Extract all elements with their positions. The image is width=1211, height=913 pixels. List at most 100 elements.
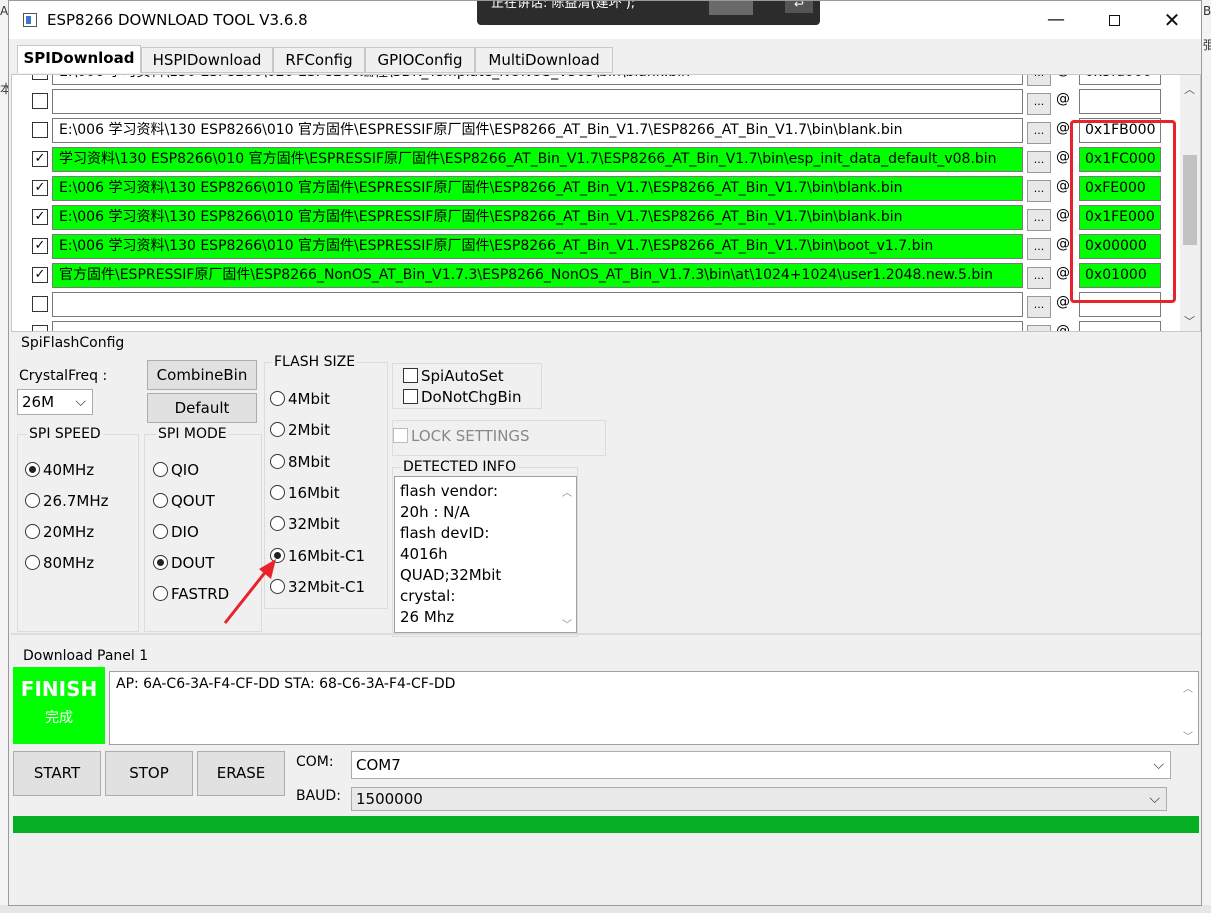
tab-gpioconfig[interactable]: GPIOConfig: [365, 47, 475, 73]
start-button[interactable]: START: [13, 751, 101, 796]
browse-button[interactable]: ...: [1027, 151, 1051, 173]
file-path-input[interactable]: E:\006 学习资料\130 ESP8266\010 官方固件\ESPRESS…: [52, 205, 1023, 230]
spi-mode-title: SPI MODE: [156, 426, 229, 442]
file-row-checkbox[interactable]: [32, 325, 48, 331]
spi-mode-radio[interactable]: FASTRD: [153, 585, 229, 603]
spi-speed-radio-label: 40MHz: [43, 461, 95, 479]
file-row-checkbox[interactable]: ✓: [32, 267, 48, 283]
browse-button[interactable]: ...: [1027, 296, 1051, 318]
flash-size-radio[interactable]: 32Mbit-C1: [270, 578, 365, 596]
browse-button[interactable]: ...: [1027, 209, 1051, 231]
browse-button[interactable]: ...: [1027, 325, 1051, 331]
flash-size-radio-label: 32Mbit: [288, 515, 340, 534]
browse-button[interactable]: ...: [1027, 267, 1051, 289]
file-path-input[interactable]: 学习资料\130 ESP8266\010 官方固件\ESPRESSIF原厂固件\…: [52, 147, 1023, 172]
scroll-down-icon[interactable]: ﹀: [1184, 313, 1195, 329]
browse-button[interactable]: ...: [1027, 180, 1051, 202]
scrollbar-thumb[interactable]: [1183, 155, 1197, 245]
spi-mode-radio[interactable]: QOUT: [153, 492, 215, 510]
spi-mode-radio[interactable]: QIO: [153, 461, 199, 479]
flash-size-radio[interactable]: 16Mbit: [270, 484, 340, 502]
spi-mode-radio-label: DOUT: [171, 554, 215, 572]
spi-mode-radio[interactable]: DIO: [153, 523, 199, 541]
flash-size-radio-label: 32Mbit-C1: [288, 577, 366, 596]
address-highlight-annotation: [1070, 120, 1176, 303]
maximize-button[interactable]: [1092, 5, 1136, 35]
download-panel-title: Download Panel 1: [21, 648, 151, 664]
flash-size-radio[interactable]: 16Mbit-C1: [270, 547, 365, 565]
spi-speed-radio[interactable]: 80MHz: [25, 554, 94, 572]
detected-info-text[interactable]: flash vendor: 20h : N/A flash devID: 4016h Q…: [394, 476, 577, 633]
file-path-input[interactable]: [52, 292, 1023, 317]
browse-button[interactable]: ...: [1027, 122, 1051, 144]
stop-button[interactable]: STOP: [105, 751, 193, 796]
file-row: ... @: [12, 290, 1182, 319]
combine-bin-button[interactable]: CombineBin: [147, 360, 257, 390]
flash-address-input[interactable]: [1079, 321, 1161, 331]
com-port-select[interactable]: COM7 ⌵: [351, 751, 1171, 779]
at-symbol: @: [1056, 323, 1070, 332]
erase-button[interactable]: ERASE: [197, 751, 285, 796]
file-path-input[interactable]: [52, 89, 1023, 114]
tab-hspidownload[interactable]: HSPIDownload: [141, 47, 273, 73]
file-row-checkbox[interactable]: [32, 296, 48, 312]
file-row-checkbox[interactable]: ✓: [32, 180, 48, 196]
scroll-up-icon[interactable]: ︿: [1183, 680, 1193, 695]
browse-button[interactable]: ...: [1027, 238, 1051, 260]
desktop-text: A: [0, 4, 9, 18]
file-path-input[interactable]: E:\006 学习资料\130 ESP8266\020 ESP8266编程\SD…: [52, 75, 1023, 85]
spi-auto-set-checkbox[interactable]: SpiAutoSet: [403, 367, 504, 385]
flash-size-radio[interactable]: 4Mbit: [270, 390, 330, 408]
file-path-input[interactable]: E:\006 学习资料\130 ESP8266\010 官方固件\ESPRESS…: [52, 176, 1023, 201]
spi-speed-radio[interactable]: 26.7MHz: [25, 492, 109, 510]
file-row-checkbox[interactable]: ✓: [32, 151, 48, 167]
file-row-checkbox[interactable]: [32, 75, 48, 80]
radio-dot: [153, 524, 168, 539]
tab-rfconfig[interactable]: RFConfig: [273, 47, 365, 73]
file-path-input[interactable]: E:\006 学习资料\130 ESP8266\010 官方固件\ESPRESS…: [52, 118, 1023, 143]
file-list-scrollbar[interactable]: ︿ ﹀: [1180, 75, 1200, 331]
flash-size-radio-label: 8Mbit: [288, 452, 331, 471]
flash-size-radio[interactable]: 2Mbit: [270, 421, 330, 439]
close-button[interactable]: ✕: [1150, 5, 1194, 35]
spi-speed-radio[interactable]: 20MHz: [25, 523, 94, 541]
file-path-input[interactable]: 官方固件\ESPRESSIF原厂固件\ESP8266_NonOS_AT_Bin_…: [52, 263, 1023, 288]
lock-settings-checkbox[interactable]: LOCK SETTINGS: [393, 427, 530, 445]
com-port-value: COM7: [356, 756, 401, 774]
browse-button[interactable]: ...: [1027, 93, 1051, 115]
flash-address-input[interactable]: [1079, 89, 1161, 114]
notification-return-button[interactable]: ↩: [785, 1, 813, 13]
scroll-up-icon[interactable]: ︿: [562, 483, 572, 504]
flash-size-radio[interactable]: 8Mbit: [270, 453, 330, 471]
default-button[interactable]: Default: [147, 393, 257, 423]
minimize-button[interactable]: —: [1034, 5, 1078, 35]
file-row-checkbox[interactable]: ✓: [32, 238, 48, 254]
crystal-freq-select[interactable]: 26M ⌵: [17, 389, 93, 415]
radio-dot: [270, 484, 285, 500]
at-symbol: @: [1056, 75, 1070, 78]
at-symbol: @: [1056, 120, 1070, 136]
log-text: AP: 6A-C6-3A-F4-CF-DD STA: 68-C6-3A-F4-C…: [116, 676, 456, 692]
flash-size-radio-label: 2Mbit: [288, 421, 331, 440]
file-path-input[interactable]: [52, 321, 1023, 331]
spi-mode-radio[interactable]: DOUT: [153, 554, 215, 572]
scroll-down-icon[interactable]: ﹀: [1183, 728, 1193, 743]
detected-info-line: QUAD;32Mbit: [400, 566, 502, 584]
at-symbol: @: [1056, 236, 1070, 252]
flash-size-radio[interactable]: 32Mbit: [270, 515, 340, 533]
baud-rate-select[interactable]: 1500000 ⌵: [351, 787, 1167, 811]
do-not-chg-bin-checkbox[interactable]: DoNotChgBin: [403, 388, 521, 406]
download-log[interactable]: AP: 6A-C6-3A-F4-CF-DD STA: 68-C6-3A-F4-C…: [109, 671, 1199, 745]
file-path-input[interactable]: E:\006 学习资料\130 ESP8266\010 官方固件\ESPRESS…: [52, 234, 1023, 259]
flash-address-input[interactable]: 0x3fd000: [1079, 75, 1161, 85]
spi-speed-radio[interactable]: 40MHz: [25, 461, 94, 479]
detected-info-line: flash devID:: [400, 524, 490, 542]
scroll-up-icon[interactable]: ︿: [1184, 81, 1195, 97]
tab-spidownload[interactable]: SPIDownload: [17, 45, 141, 73]
browse-button[interactable]: ...: [1027, 75, 1051, 86]
tab-multidownload[interactable]: MultiDownload: [475, 47, 613, 73]
file-row-checkbox[interactable]: [32, 93, 48, 109]
file-row-checkbox[interactable]: ✓: [32, 209, 48, 225]
file-row-checkbox[interactable]: [32, 122, 48, 138]
status-finish-text: FINISH: [20, 677, 98, 701]
